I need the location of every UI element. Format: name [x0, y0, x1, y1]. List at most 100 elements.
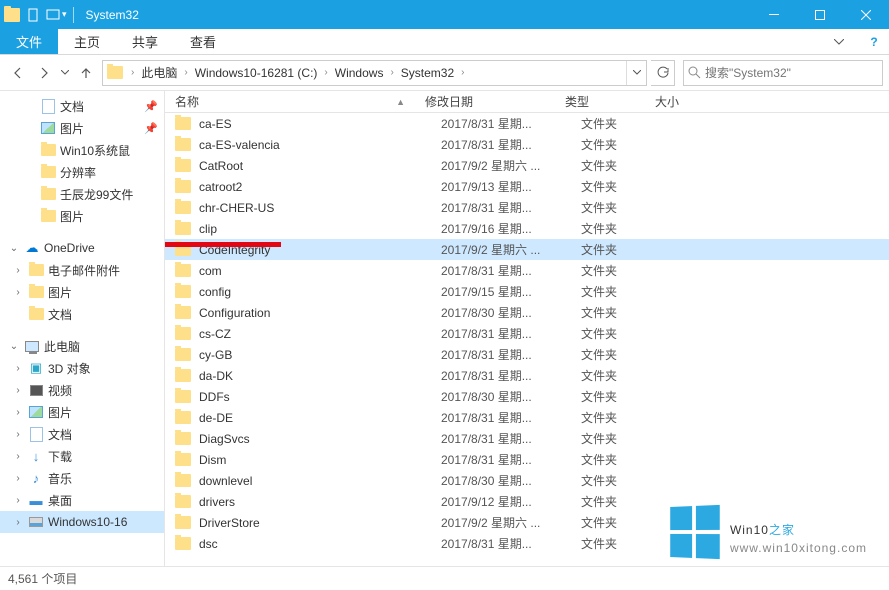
- tree-documents[interactable]: 文档📌: [0, 95, 164, 117]
- tree-pictures-3[interactable]: ›图片: [0, 281, 164, 303]
- up-button[interactable]: [74, 61, 98, 85]
- cell-date: 2017/8/31 星期...: [441, 451, 581, 468]
- table-row[interactable]: DDFs2017/8/30 星期...文件夹: [165, 386, 889, 407]
- table-row[interactable]: ca-ES2017/8/31 星期...文件夹: [165, 113, 889, 134]
- tree-video[interactable]: ›视频: [0, 379, 164, 401]
- cell-type: 文件夹: [581, 115, 671, 132]
- window-folder-icon: [4, 8, 20, 22]
- cell-name: dsc: [199, 537, 441, 551]
- cell-type: 文件夹: [581, 535, 671, 552]
- address-bar[interactable]: › 此电脑 › Windows10-16281 (C:) › Windows ›…: [102, 60, 647, 86]
- search-input[interactable]: [705, 66, 878, 80]
- cell-type: 文件夹: [581, 241, 671, 258]
- table-row[interactable]: cs-CZ2017/8/31 星期...文件夹: [165, 323, 889, 344]
- column-name[interactable]: 名称▲: [175, 93, 425, 110]
- table-row[interactable]: chr-CHER-US2017/8/31 星期...文件夹: [165, 197, 889, 218]
- table-row[interactable]: cy-GB2017/8/31 星期...文件夹: [165, 344, 889, 365]
- folder-icon: [175, 306, 191, 319]
- tree-resolution[interactable]: 分辨率: [0, 161, 164, 183]
- tree-thispc[interactable]: ⌄此电脑: [0, 335, 164, 357]
- tree-onedrive[interactable]: ⌄☁OneDrive: [0, 237, 164, 259]
- cell-type: 文件夹: [581, 178, 671, 195]
- cell-date: 2017/8/31 星期...: [441, 430, 581, 447]
- cell-name: cy-GB: [199, 348, 441, 362]
- table-row[interactable]: Configuration2017/8/30 星期...文件夹: [165, 302, 889, 323]
- tab-home[interactable]: 主页: [58, 29, 116, 54]
- cell-type: 文件夹: [581, 367, 671, 384]
- breadcrumb-drive[interactable]: Windows10-16281 (C:): [192, 66, 321, 80]
- folder-icon: [175, 264, 191, 277]
- chevron-right-icon[interactable]: ›: [12, 264, 24, 276]
- minimize-button[interactable]: [751, 0, 797, 29]
- folder-icon: [175, 369, 191, 382]
- cell-type: 文件夹: [581, 346, 671, 363]
- table-row[interactable]: config2017/9/15 星期...文件夹: [165, 281, 889, 302]
- desktop-icon: ▬: [28, 492, 44, 508]
- recent-dropdown[interactable]: [58, 61, 72, 85]
- cell-date: 2017/8/31 星期...: [441, 346, 581, 363]
- tree-3d[interactable]: ›▣3D 对象: [0, 357, 164, 379]
- breadcrumb-windows[interactable]: Windows: [332, 66, 387, 80]
- close-button[interactable]: [843, 0, 889, 29]
- table-row[interactable]: catroot22017/9/13 星期...文件夹: [165, 176, 889, 197]
- table-row[interactable]: DiagSvcs2017/8/31 星期...文件夹: [165, 428, 889, 449]
- refresh-button[interactable]: [651, 60, 675, 86]
- search-box[interactable]: [683, 60, 883, 86]
- cell-type: 文件夹: [581, 325, 671, 342]
- table-row[interactable]: CatRoot2017/9/2 星期六 ...文件夹: [165, 155, 889, 176]
- ribbon-expand-button[interactable]: [819, 29, 859, 54]
- breadcrumb-system32[interactable]: System32: [398, 66, 457, 80]
- folder-icon: [175, 327, 191, 340]
- table-row[interactable]: da-DK2017/8/31 星期...文件夹: [165, 365, 889, 386]
- tree-pictures-2[interactable]: 图片: [0, 205, 164, 227]
- tab-view[interactable]: 查看: [174, 29, 232, 54]
- table-row[interactable]: de-DE2017/8/31 星期...文件夹: [165, 407, 889, 428]
- back-button[interactable]: [6, 61, 30, 85]
- cell-date: 2017/8/31 星期...: [441, 367, 581, 384]
- table-row[interactable]: ca-ES-valencia2017/8/31 星期...文件夹: [165, 134, 889, 155]
- cell-type: 文件夹: [581, 388, 671, 405]
- cell-name: de-DE: [199, 411, 441, 425]
- tree-pictures[interactable]: 图片📌: [0, 117, 164, 139]
- tree-music[interactable]: ›♪音乐: [0, 467, 164, 489]
- folder-icon: [175, 390, 191, 403]
- table-row[interactable]: Dism2017/8/31 星期...文件夹: [165, 449, 889, 470]
- tree-ren99[interactable]: 壬辰龙99文件: [0, 183, 164, 205]
- cell-type: 文件夹: [581, 472, 671, 489]
- table-row[interactable]: clip2017/9/16 星期...文件夹: [165, 218, 889, 239]
- forward-button[interactable]: [32, 61, 56, 85]
- list-rows[interactable]: ca-ES2017/8/31 星期...文件夹ca-ES-valencia201…: [165, 113, 889, 566]
- column-size[interactable]: 大小: [655, 93, 715, 110]
- tree-documents-3[interactable]: ›文档: [0, 423, 164, 445]
- cell-name: Dism: [199, 453, 441, 467]
- navigation-tree[interactable]: 文档📌 图片📌 Win10系统鼠 分辨率 壬辰龙99文件 图片 ⌄☁OneDri…: [0, 91, 165, 566]
- folder-icon: [175, 495, 191, 508]
- address-dropdown[interactable]: [626, 61, 646, 85]
- cell-type: 文件夹: [581, 262, 671, 279]
- tab-share[interactable]: 共享: [116, 29, 174, 54]
- breadcrumb-pc[interactable]: 此电脑: [138, 64, 180, 81]
- chevron-down-icon[interactable]: ⌄: [8, 242, 20, 254]
- qat-new-icon[interactable]: [46, 8, 60, 20]
- tab-file[interactable]: 文件: [0, 29, 58, 54]
- table-row[interactable]: downlevel2017/8/30 星期...文件夹: [165, 470, 889, 491]
- help-button[interactable]: ?: [859, 29, 889, 54]
- tree-desktop[interactable]: ›▬桌面: [0, 489, 164, 511]
- tree-downloads[interactable]: ›↓下载: [0, 445, 164, 467]
- column-date[interactable]: 修改日期: [425, 93, 565, 110]
- tree-documents-2[interactable]: 文档: [0, 303, 164, 325]
- annotation-red-underline: [165, 242, 281, 247]
- folder-icon: [175, 285, 191, 298]
- tree-email-attach[interactable]: ›电子邮件附件: [0, 259, 164, 281]
- cell-date: 2017/8/30 星期...: [441, 304, 581, 321]
- qat-properties-icon[interactable]: [28, 8, 38, 22]
- table-row[interactable]: com2017/8/31 星期...文件夹: [165, 260, 889, 281]
- folder-icon: [175, 453, 191, 466]
- tree-cdrive[interactable]: ›Windows10-16: [0, 511, 164, 533]
- cell-type: 文件夹: [581, 304, 671, 321]
- tree-pictures-4[interactable]: ›图片: [0, 401, 164, 423]
- tree-win10mouse[interactable]: Win10系统鼠: [0, 139, 164, 161]
- column-type[interactable]: 类型: [565, 93, 655, 110]
- maximize-button[interactable]: [797, 0, 843, 29]
- cell-name: DDFs: [199, 390, 441, 404]
